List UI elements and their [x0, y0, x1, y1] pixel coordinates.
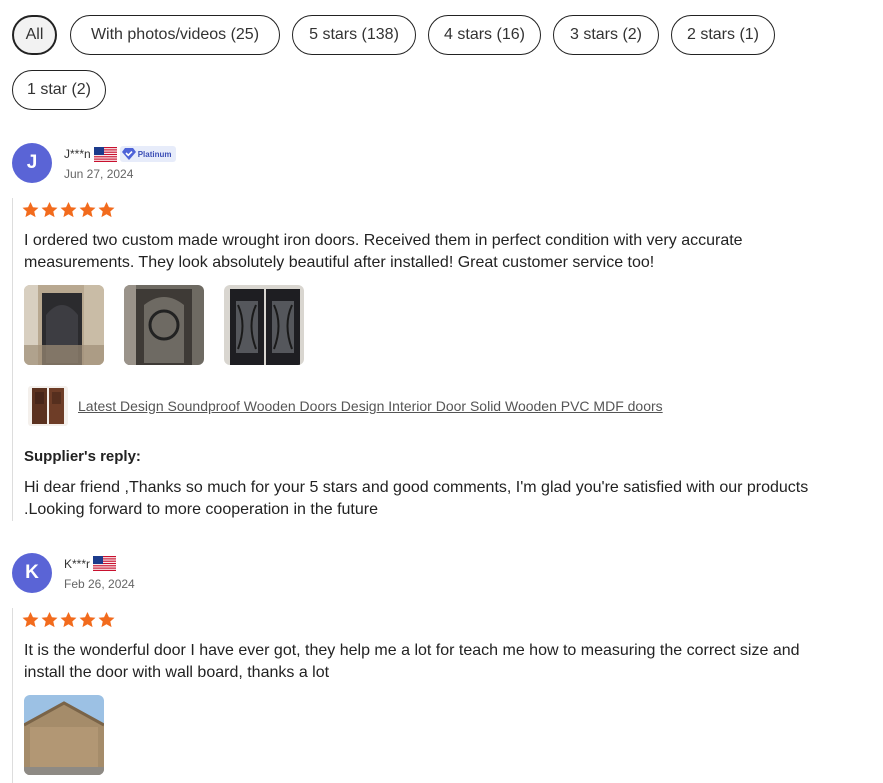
filter-photos-chip[interactable]: With photos/videos (25) [70, 15, 280, 55]
review-photos [24, 285, 304, 365]
product-link[interactable]: Latest Design Soundproof Wooden Doors De… [78, 398, 663, 414]
reviewer-name: K***r [64, 556, 91, 571]
star-icon [22, 202, 39, 218]
review-text: I ordered two custom made wrought iron d… [24, 232, 743, 271]
star-rating [22, 612, 115, 628]
reviewer-name: J***n [64, 147, 91, 161]
supplier-reply-text: Hi dear friend ,Thanks so much for your … [24, 479, 809, 518]
us-flag-icon [93, 556, 117, 571]
product-reference: Latest Design Soundproof Wooden Doors De… [28, 386, 663, 426]
review-date: Feb 26, 2024 [64, 577, 135, 591]
review-photo-thumbnail[interactable] [124, 285, 204, 365]
review-body: It is the wonderful door I have ever got… [12, 608, 853, 783]
supplier-reply-title: Supplier's reply: [24, 448, 141, 465]
star-icon [22, 612, 39, 628]
review-date: Jun 27, 2024 [64, 167, 134, 181]
star-icon [41, 612, 58, 628]
review-photo-thumbnail[interactable] [224, 285, 304, 365]
reviewer-line: K***r [64, 556, 117, 571]
us-flag-icon [93, 146, 117, 162]
star-icon [60, 202, 77, 218]
star-icon [98, 202, 115, 218]
avatar: J [12, 143, 52, 183]
review-photos [24, 695, 104, 775]
star-icon [79, 202, 96, 218]
product-thumbnail[interactable] [28, 386, 68, 426]
star-icon [41, 202, 58, 218]
filter-2-stars-chip[interactable]: 2 stars (1) [671, 15, 775, 55]
diamond-check-icon [121, 148, 136, 160]
reviewer-line: J***n Platinum [64, 146, 177, 162]
filter-5-stars-chip[interactable]: 5 stars (138) [292, 15, 416, 55]
star-rating [22, 202, 115, 218]
filter-all-chip[interactable]: All [12, 15, 57, 55]
star-icon [79, 612, 96, 628]
platinum-badge: Platinum [119, 146, 177, 162]
star-icon [98, 612, 115, 628]
review-photo-thumbnail[interactable] [24, 695, 104, 775]
review-text: It is the wonderful door I have ever got… [24, 642, 800, 681]
review-photo-thumbnail[interactable] [24, 285, 104, 365]
star-icon [60, 612, 77, 628]
filter-4-stars-chip[interactable]: 4 stars (16) [428, 15, 541, 55]
avatar: K [12, 553, 52, 593]
review-body: I ordered two custom made wrought iron d… [12, 198, 853, 521]
filter-3-stars-chip[interactable]: 3 stars (2) [553, 15, 659, 55]
filter-1-star-chip[interactable]: 1 star (2) [12, 70, 106, 110]
